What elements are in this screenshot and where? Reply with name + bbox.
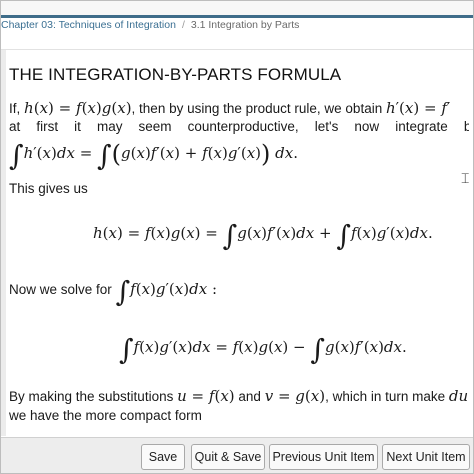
save-button[interactable]: Save	[141, 444, 185, 470]
paragraph-this-gives-us: This gives us	[9, 181, 88, 196]
section-title: THE INTEGRATION-BY-PARTS FORMULA	[9, 65, 342, 84]
next-unit-item-button[interactable]: Next Unit Item	[382, 444, 470, 470]
paragraph-now-we-solve: Now we solve for ∫f(x)g′(x)dx :	[9, 275, 217, 308]
mouse-cursor-icon: ⌶	[461, 170, 470, 186]
lesson-content: THE INTEGRATION-BY-PARTS FORMULA If, h(x…	[9, 61, 469, 437]
paragraph-product-rule: If, h(x) = f(x)g(x), then by using the p…	[9, 99, 451, 117]
breadcrumb-divider	[1, 49, 473, 50]
left-gutter	[1, 50, 6, 436]
app-window: Chapter 03: Techniques of Integration / 3.…	[0, 0, 474, 474]
quit-save-button[interactable]: Quit & Save	[191, 444, 265, 470]
equation-solved: ∫f(x)g′(x)dx = f(x)g(x) − ∫g(x)f′(x)dx.	[119, 333, 407, 366]
breadcrumb-separator: /	[181, 19, 185, 31]
top-bar	[1, 1, 473, 18]
breadcrumb: Chapter 03: Techniques of Integration / 3.…	[1, 19, 473, 35]
math-h-def: h	[24, 99, 34, 117]
breadcrumb-chapter-link[interactable]: Chapter 03: Techniques of Integration	[1, 19, 176, 31]
previous-unit-item-button[interactable]: Previous Unit Item	[269, 444, 378, 470]
equation-h-equals: h(x) = f(x)g(x) = ∫g(x)f′(x)dx + ∫f(x)g′…	[93, 219, 433, 252]
breadcrumb-section: 3.1 Integration by Parts	[190, 19, 300, 31]
footer-toolbar: Save Quit & Save Previous Unit Item Next…	[1, 437, 473, 473]
paragraph-compact-form: we have the more compact form	[9, 408, 202, 423]
paragraph-counterproductive: at first it may seem counterproductive, …	[9, 119, 469, 134]
paragraph-substitutions: By making the substitutions u = f(x) and…	[9, 387, 469, 405]
equation-integral-h-prime: ∫h′(x)dx = ∫(g(x)f′(x) + f(x)g′(x)) dx.	[9, 139, 299, 172]
